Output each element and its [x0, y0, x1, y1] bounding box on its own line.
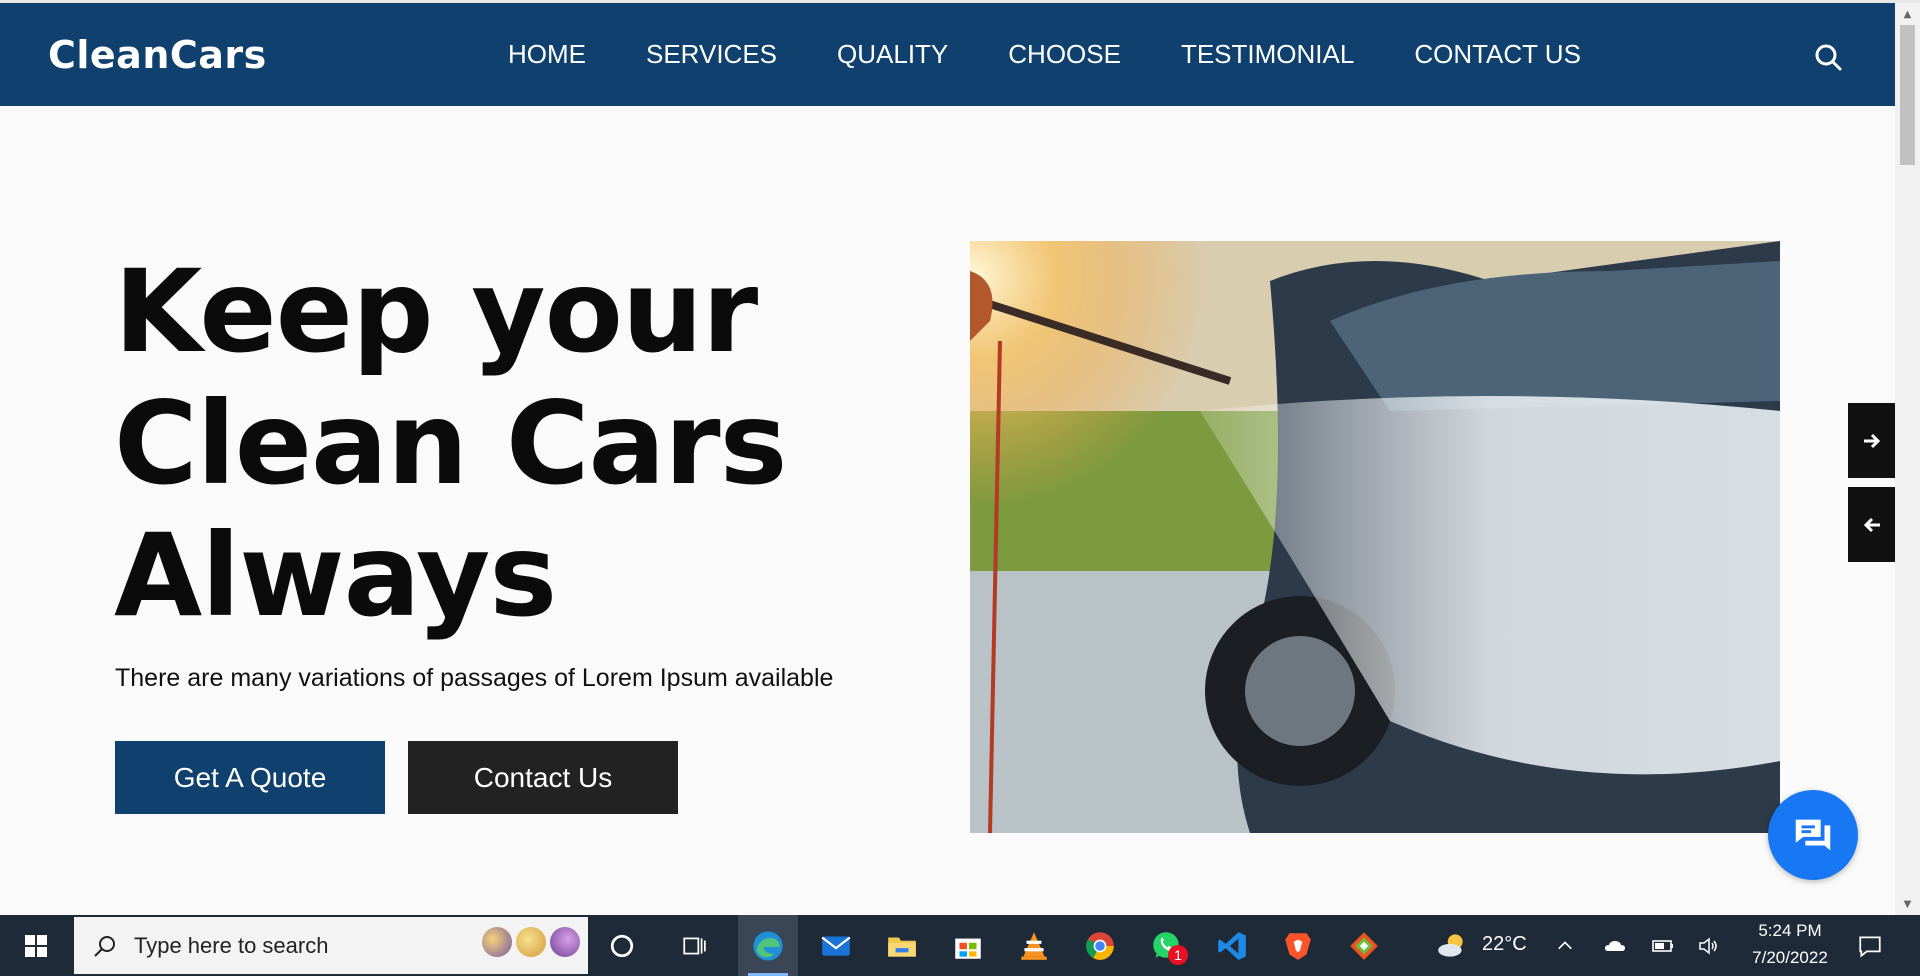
battery-icon[interactable]: [1646, 915, 1680, 976]
contact-us-button[interactable]: Contact Us: [408, 741, 678, 814]
onedrive-cloud-icon[interactable]: [1598, 915, 1632, 976]
whatsapp-notification-badge: 1: [1168, 945, 1188, 965]
brand-logo[interactable]: CleanCars: [48, 33, 267, 77]
arrow-right-icon: [1863, 433, 1880, 448]
main-nav: HOME SERVICES QUALITY CHOOSE TESTIMONIAL…: [508, 39, 1581, 70]
weather-temperature[interactable]: 22°C: [1482, 933, 1527, 956]
page-scrollbar[interactable]: ▲ ▼: [1895, 3, 1920, 915]
nav-link-home[interactable]: HOME: [508, 39, 586, 70]
hero-car-wash-image: [970, 241, 1780, 833]
nav-link-services[interactable]: SERVICES: [646, 39, 777, 70]
chevron-up-icon[interactable]: [1550, 915, 1580, 976]
windows-logo-icon: [25, 934, 47, 957]
volume-icon[interactable]: [1692, 915, 1726, 976]
edge-browser-icon[interactable]: [738, 915, 798, 976]
brave-browser-icon[interactable]: [1268, 915, 1328, 976]
nav-link-contact[interactable]: CONTACT US: [1414, 39, 1581, 70]
search-icon[interactable]: [1812, 41, 1844, 73]
nav-link-choose[interactable]: CHOOSE: [1008, 39, 1121, 70]
search-icon: [94, 935, 115, 957]
vscode-icon[interactable]: [1202, 915, 1262, 976]
windows-start-button[interactable]: [0, 915, 72, 976]
search-highlight-moons-icon: [482, 927, 580, 957]
chat-button[interactable]: [1768, 790, 1858, 880]
carousel-prev-button[interactable]: [1848, 487, 1895, 562]
clock-time[interactable]: 5:24 PM: [1745, 921, 1835, 941]
whatsapp-icon[interactable]: 1: [1136, 915, 1196, 976]
get-quote-button[interactable]: Get A Quote: [115, 741, 385, 814]
chrome-browser-icon[interactable]: [1070, 915, 1130, 976]
snip-tool-icon[interactable]: [1334, 915, 1394, 976]
site-navbar: CleanCars HOME SERVICES QUALITY CHOOSE T…: [0, 3, 1895, 106]
hero-title-line-2: Clean Cars: [114, 377, 787, 510]
scroll-down-arrow-icon[interactable]: ▼: [1895, 893, 1920, 915]
carousel-next-button[interactable]: [1848, 403, 1895, 478]
microsoft-store-icon[interactable]: [938, 915, 998, 976]
nav-link-quality[interactable]: QUALITY: [837, 39, 948, 70]
arrow-left-icon: [1863, 517, 1880, 532]
cortana-icon[interactable]: [592, 915, 652, 976]
hero-title-line-3: Always: [114, 509, 557, 642]
scroll-up-arrow-icon[interactable]: ▲: [1895, 3, 1920, 25]
hero-title: Keep your Clean Cars Always: [114, 246, 787, 642]
hero-title-line-1: Keep your: [114, 245, 758, 378]
file-explorer-icon[interactable]: [872, 915, 932, 976]
vlc-player-icon[interactable]: [1004, 915, 1064, 976]
hero-subtitle: There are many variations of passages of…: [115, 664, 834, 692]
notification-center-icon[interactable]: [1846, 915, 1894, 976]
windows-taskbar: Type here to search 1 22°C 5:24 PM 7/20/…: [0, 915, 1920, 976]
clock-date[interactable]: 7/20/2022: [1745, 948, 1835, 968]
mail-icon[interactable]: [806, 915, 866, 976]
scroll-thumb[interactable]: [1900, 25, 1915, 165]
taskbar-search-box[interactable]: Type here to search: [74, 917, 588, 974]
chat-icon: [1795, 819, 1831, 851]
nav-link-testimonial[interactable]: TESTIMONIAL: [1181, 39, 1354, 70]
taskbar-search-placeholder: Type here to search: [134, 932, 329, 958]
task-view-icon[interactable]: [664, 915, 724, 976]
weather-cloud-sun-icon[interactable]: [1432, 915, 1472, 976]
